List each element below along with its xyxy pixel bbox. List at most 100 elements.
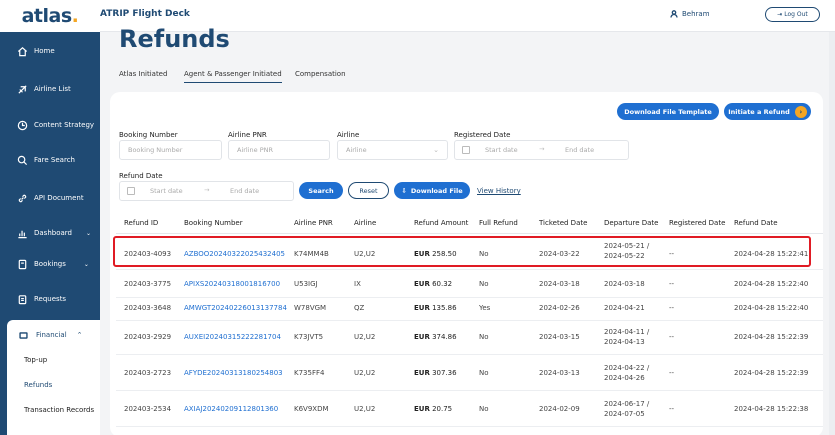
- chevron-down-icon: ⌄: [85, 229, 92, 237]
- cell-registered-date: --: [669, 304, 675, 312]
- selected-row-highlight: [113, 236, 811, 267]
- cell-departure-date: 2024-03-18: [604, 280, 645, 288]
- cell-booking-number[interactable]: APIXS20240318001816700: [184, 280, 280, 288]
- download-template-button[interactable]: Download File Template: [617, 103, 719, 120]
- table-row[interactable]: 202403-3775 APIXS20240318001816700 U53IG…: [116, 270, 823, 298]
- sidebar-item-dashboard[interactable]: Dashboard ⌄: [0, 218, 100, 248]
- user-menu[interactable]: Behram: [670, 10, 710, 18]
- scrollbar[interactable]: [829, 32, 835, 435]
- cell-ticketed-date: 2024-03-18: [539, 280, 580, 288]
- cell-full-refund: Yes: [479, 304, 491, 312]
- cell-booking-number[interactable]: AFYDE20240313180254803: [184, 369, 283, 377]
- link-icon: [16, 192, 28, 204]
- cell-refund-amount: EUR 307.36: [414, 369, 457, 377]
- arrow-right-icon: →: [204, 186, 210, 194]
- table-row[interactable]: 202403-3648 AMWGT20240226013137784 W78VG…: [116, 298, 823, 321]
- refund-start-date[interactable]: Start date: [150, 187, 183, 195]
- reset-button[interactable]: Reset: [348, 182, 389, 199]
- sidebar-item-api-document[interactable]: API Document: [0, 183, 100, 213]
- cell-booking-number[interactable]: AUXEI20240315222281704: [184, 333, 281, 341]
- sidebar-item-label: Fare Search: [34, 156, 75, 164]
- initiate-refund-button[interactable]: Initiate a Refund ›: [724, 103, 811, 120]
- sidebar-item-requests[interactable]: Requests: [0, 284, 100, 314]
- cell-refund-amount: EUR 135.86: [414, 304, 457, 312]
- tab-compensation[interactable]: Compensation: [295, 70, 346, 82]
- sidebar-item-financial[interactable]: Financial ⌃: [7, 320, 100, 350]
- table-row[interactable]: 202403-2929 AUXEI20240315222281704 K73JV…: [116, 321, 823, 355]
- registered-date-range[interactable]: Start date → End date: [454, 140, 629, 160]
- page-title: Refunds: [119, 25, 230, 53]
- table-row[interactable]: 202403-2723 AFYDE20240313180254803 K735F…: [116, 355, 823, 391]
- registered-start-date[interactable]: Start date: [485, 146, 518, 154]
- sidebar-subitem-transaction-records[interactable]: Transaction Records: [24, 406, 94, 414]
- cell-refund-id: 202403-2723: [124, 369, 172, 377]
- sidebar-item-content-strategy[interactable]: Content Strategy: [0, 110, 100, 140]
- bar-chart-icon: [16, 227, 28, 239]
- sidebar-subitem-refunds[interactable]: Refunds: [24, 381, 52, 389]
- cell-refund-amount: EUR 20.75: [414, 405, 453, 413]
- sidebar-item-label: Bookings: [34, 260, 66, 268]
- refund-date-range[interactable]: Start date → End date: [119, 181, 294, 201]
- cell-departure-date: 2024-06-17 / 2024-07-05: [604, 400, 650, 418]
- search-button[interactable]: Search: [299, 182, 343, 199]
- registered-end-date[interactable]: End date: [565, 146, 594, 154]
- cell-registered-date: --: [669, 280, 675, 288]
- cell-full-refund: No: [479, 369, 489, 377]
- financial-group: Financial ⌃ Top-up Refunds Transaction R…: [7, 320, 100, 435]
- cell-refund-amount: EUR 374.86: [414, 333, 457, 341]
- sidebar-item-label: Dashboard: [34, 229, 72, 237]
- logout-label: Log Out: [784, 11, 808, 18]
- cell-airline: U2,U2: [354, 333, 376, 341]
- col-airline: Airline: [354, 219, 377, 227]
- sidebar-item-bookings[interactable]: Bookings ⌄: [0, 249, 100, 279]
- calendar-icon: [127, 187, 135, 195]
- sidebar-item-label: Financial: [36, 331, 67, 339]
- tab-agent-passenger-initiated[interactable]: Agent & Passenger Initiated: [184, 70, 282, 83]
- airline-pnr-input[interactable]: Airline PNR: [228, 140, 330, 160]
- airline-select[interactable]: Airline ⌄: [337, 140, 448, 160]
- refund-end-date[interactable]: End date: [230, 187, 259, 195]
- airline-label: Airline: [337, 131, 360, 139]
- refund-date-label: Refund Date: [119, 172, 163, 180]
- table-row[interactable]: 202403-2534 AXIAJ20240209112801360 K6V9X…: [116, 391, 823, 427]
- app-title: ATRIP Flight Deck: [100, 9, 190, 19]
- airline-select-value: Airline: [346, 146, 367, 154]
- sidebar-item-fare-search[interactable]: Fare Search: [0, 145, 100, 175]
- cell-refund-amount: EUR 60.32: [414, 280, 453, 288]
- col-airline-pnr: Airline PNR: [294, 219, 333, 227]
- cell-airline-pnr: K735FF4: [294, 369, 325, 377]
- cell-airline-pnr: K73JVT5: [294, 333, 324, 341]
- download-file-button[interactable]: ⇩ Download File: [394, 182, 470, 199]
- home-icon: [16, 45, 28, 57]
- cell-departure-date: 2024-04-21: [604, 304, 645, 312]
- download-icon: ⇩: [401, 186, 407, 195]
- col-refund-id: Refund ID: [124, 219, 159, 227]
- cell-refund-date: 2024-04-28 15:22:40: [734, 280, 809, 288]
- cell-refund-date: 2024-04-28 15:22:39: [734, 333, 809, 341]
- arrow-right-icon: →: [539, 145, 545, 153]
- tab-atlas-initiated[interactable]: Atlas Initiated: [119, 70, 167, 82]
- cell-departure-date: 2024-04-22 / 2024-04-26: [604, 364, 650, 382]
- logout-button[interactable]: ⇥ Log Out: [765, 7, 820, 22]
- sidebar-item-home[interactable]: Home: [0, 36, 100, 66]
- col-ticketed-date: Ticketed Date: [539, 219, 588, 227]
- atlas-logo[interactable]: atlas.: [0, 0, 100, 32]
- sidebar-item-label: Airline List: [34, 85, 71, 93]
- sidebar-item-label: Content Strategy: [34, 121, 95, 129]
- logout-icon: ⇥: [777, 11, 783, 18]
- sidebar-item-airline-list[interactable]: Airline List: [0, 74, 100, 104]
- cell-booking-number[interactable]: AXIAJ20240209112801360: [184, 405, 278, 413]
- booking-number-input[interactable]: Booking Number: [119, 140, 222, 160]
- view-history-link[interactable]: View History: [477, 187, 521, 195]
- sidebar-item-label: Home: [34, 47, 55, 55]
- cell-booking-number[interactable]: AMWGT20240226013137784: [184, 304, 287, 312]
- cell-registered-date: --: [669, 405, 675, 413]
- col-departure-date: Departure Date: [604, 219, 659, 227]
- sidebar-subitem-topup[interactable]: Top-up: [24, 356, 47, 364]
- initiate-refund-label: Initiate a Refund: [728, 107, 790, 116]
- user-name: Behram: [682, 10, 710, 18]
- search-icon: [16, 154, 28, 166]
- cell-full-refund: No: [479, 405, 489, 413]
- airplane-icon: [16, 83, 28, 95]
- cell-registered-date: --: [669, 369, 675, 377]
